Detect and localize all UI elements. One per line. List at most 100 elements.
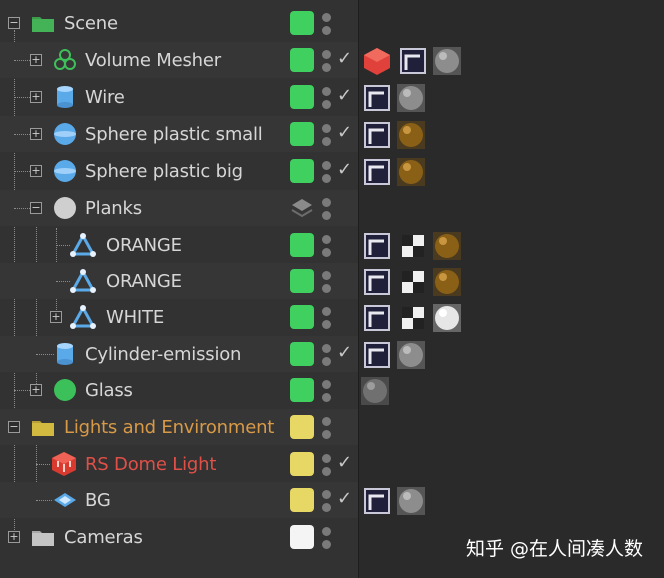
enabled-check-icon[interactable]: ✓	[337, 488, 352, 509]
tree-row-scene[interactable]: − Scene	[0, 5, 664, 41]
object-name: Sphere plastic big	[85, 161, 243, 182]
render-visibility-dots[interactable]	[322, 122, 332, 148]
object-name: Lights and Environment	[64, 417, 275, 438]
render-visibility-dots[interactable]	[322, 233, 332, 259]
render-visibility-dots[interactable]	[322, 452, 332, 478]
render-visibility-dots[interactable]	[322, 159, 332, 185]
tree-row-wire[interactable]: + Wire ✓	[0, 79, 664, 115]
tree-row-orange-1[interactable]: ORANGE	[0, 227, 664, 263]
material-glass-icon[interactable]	[360, 376, 390, 406]
material-white-icon[interactable]	[432, 303, 462, 333]
expand-toggle[interactable]: +	[50, 311, 62, 323]
object-name: RS Dome Light	[85, 454, 217, 475]
visibility-toggle[interactable]	[290, 48, 314, 72]
material-gray-icon[interactable]	[396, 340, 426, 370]
material-gray-icon[interactable]	[396, 83, 426, 113]
phong-tag-icon[interactable]	[398, 46, 428, 76]
polygon-object-icon	[70, 268, 96, 293]
expand-toggle[interactable]: +	[30, 384, 42, 396]
sphere-green-icon	[54, 379, 76, 401]
uvw-tag-icon[interactable]	[398, 267, 428, 297]
tree-row-lights-and-environment[interactable]: − Lights and Environment	[0, 409, 664, 445]
phong-tag-icon[interactable]	[362, 486, 392, 516]
visibility-toggle[interactable]	[290, 415, 314, 439]
enabled-check-icon[interactable]: ✓	[337, 342, 352, 363]
render-visibility-dots[interactable]	[322, 415, 332, 441]
render-visibility-dots[interactable]	[322, 48, 332, 74]
render-visibility-dots[interactable]	[322, 342, 332, 368]
material-brown-icon[interactable]	[432, 267, 462, 297]
tree-row-white[interactable]: + WHITE	[0, 299, 664, 335]
visibility-toggle[interactable]	[290, 269, 314, 293]
collapse-toggle[interactable]: −	[30, 202, 42, 214]
visibility-toggle[interactable]	[290, 85, 314, 109]
null-icon	[54, 197, 76, 219]
tree-row-bg[interactable]: BG ✓	[0, 482, 664, 518]
enabled-check-icon[interactable]: ✓	[337, 452, 352, 473]
visibility-toggle[interactable]	[290, 122, 314, 146]
expand-toggle[interactable]: +	[8, 531, 20, 543]
expand-toggle[interactable]: +	[30, 128, 42, 140]
object-name: Planks	[85, 198, 142, 219]
uvw-tag-icon[interactable]	[398, 303, 428, 333]
expand-toggle[interactable]: +	[30, 54, 42, 66]
render-visibility-dots[interactable]	[322, 11, 332, 37]
material-gray-icon[interactable]	[396, 486, 426, 516]
phong-tag-icon[interactable]	[362, 267, 392, 297]
visibility-toggle[interactable]	[290, 11, 314, 35]
render-visibility-dots[interactable]	[322, 269, 332, 295]
object-name: Volume Mesher	[85, 50, 221, 71]
uvw-tag-icon[interactable]	[398, 231, 428, 261]
sphere-icon	[54, 160, 76, 182]
enabled-check-icon[interactable]: ✓	[337, 48, 352, 69]
object-name: Sphere plastic small	[85, 124, 263, 145]
volume-mesher-icon	[54, 49, 76, 70]
render-visibility-dots[interactable]	[322, 85, 332, 111]
material-brown-icon[interactable]	[396, 120, 426, 150]
tree-row-rs-dome-light[interactable]: RS Dome Light ✓	[0, 446, 664, 482]
visibility-toggle[interactable]	[290, 488, 314, 512]
visibility-toggle[interactable]	[290, 342, 314, 366]
polygon-object-icon	[70, 304, 96, 329]
enabled-check-icon[interactable]: ✓	[337, 85, 352, 106]
expand-toggle[interactable]: +	[30, 165, 42, 177]
phong-tag-icon[interactable]	[362, 303, 392, 333]
visibility-toggle[interactable]	[290, 452, 314, 476]
phong-tag-icon[interactable]	[362, 340, 392, 370]
tree-row-volume-mesher[interactable]: + Volume Mesher ✓	[0, 42, 664, 78]
folder-icon	[32, 421, 54, 436]
material-brown-icon[interactable]	[396, 157, 426, 187]
collapse-toggle[interactable]: −	[8, 421, 20, 433]
enabled-check-icon[interactable]: ✓	[337, 159, 352, 180]
render-visibility-dots[interactable]	[322, 525, 332, 551]
redshift-object-tag-icon[interactable]	[362, 46, 392, 76]
object-name: Cylinder-emission	[85, 344, 242, 365]
collapse-toggle[interactable]: −	[8, 17, 20, 29]
enabled-check-icon[interactable]: ✓	[337, 122, 352, 143]
tree-row-cylinder-emission[interactable]: Cylinder-emission ✓	[0, 336, 664, 372]
tree-row-sphere-plastic-small[interactable]: + Sphere plastic small ✓	[0, 116, 664, 152]
visibility-toggle[interactable]	[290, 159, 314, 183]
visibility-toggle[interactable]	[290, 525, 314, 549]
render-visibility-dots[interactable]	[322, 378, 332, 404]
render-visibility-dots[interactable]	[322, 305, 332, 331]
expand-toggle[interactable]: +	[30, 91, 42, 103]
folder-icon	[32, 531, 54, 546]
tree-row-planks[interactable]: − Planks	[0, 190, 664, 226]
render-visibility-dots[interactable]	[322, 488, 332, 514]
phong-tag-icon[interactable]	[362, 157, 392, 187]
material-brown-icon[interactable]	[432, 231, 462, 261]
render-visibility-dots[interactable]	[322, 196, 332, 222]
phong-tag-icon[interactable]	[362, 120, 392, 150]
phong-tag-icon[interactable]	[362, 231, 392, 261]
visibility-toggle[interactable]	[290, 305, 314, 329]
object-name: Cameras	[64, 527, 143, 548]
material-gray-icon[interactable]	[432, 46, 462, 76]
visibility-toggle[interactable]	[290, 378, 314, 402]
phong-tag-icon[interactable]	[362, 83, 392, 113]
layer-icon[interactable]	[290, 196, 314, 220]
tree-row-orange-2[interactable]: ORANGE	[0, 263, 664, 299]
visibility-toggle[interactable]	[290, 233, 314, 257]
tree-row-sphere-plastic-big[interactable]: + Sphere plastic big ✓	[0, 153, 664, 189]
tree-row-glass[interactable]: + Glass	[0, 372, 664, 408]
